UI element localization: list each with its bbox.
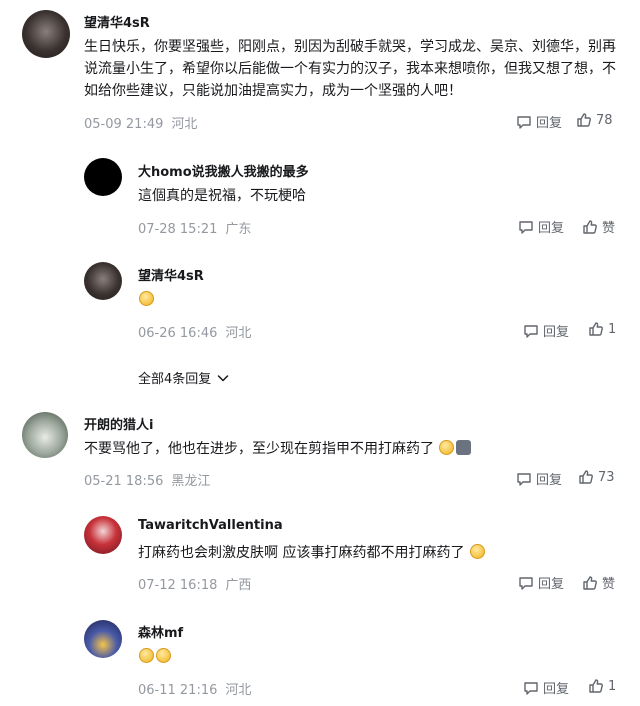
smile-emoji-icon	[439, 440, 455, 455]
reply-label: 回复	[536, 473, 563, 488]
avatar[interactable]	[84, 620, 122, 658]
avatar[interactable]	[22, 10, 70, 58]
reply-label: 回复	[538, 577, 565, 592]
comment-text-body: 不要骂他了，他也在进步，至少现在剪指甲不用打麻药了	[84, 441, 434, 457]
comment-location: 广东	[225, 222, 252, 237]
username[interactable]: 森林mf	[138, 622, 183, 641]
smile-emoji-icon	[139, 291, 154, 306]
thumbs-up-icon	[579, 470, 593, 484]
avatar[interactable]	[84, 262, 122, 300]
username[interactable]: TawaritchVallentina	[138, 518, 283, 533]
reply-icon	[517, 472, 531, 486]
reply-label: 回复	[543, 682, 570, 697]
like-button[interactable]: 赞	[582, 573, 615, 592]
comment-location: 河北	[225, 326, 252, 341]
reply-button[interactable]: 回复	[523, 321, 569, 340]
comment-location: 黑龙江	[171, 474, 211, 489]
like-button[interactable]: 78	[576, 112, 613, 128]
like-count: 赞	[602, 577, 616, 592]
laugh-cry-emoji-icon	[139, 648, 154, 663]
comment-text	[138, 289, 155, 311]
like-count: 1	[608, 678, 617, 694]
reply-label: 回复	[536, 116, 563, 131]
like-button[interactable]: 1	[588, 321, 616, 337]
expand-replies-button[interactable]: 全部4条回复	[138, 368, 231, 387]
reply-button[interactable]: 回复	[518, 573, 564, 592]
laugh-cry-emoji-icon	[156, 648, 171, 663]
thumbs-up-icon	[583, 575, 597, 590]
comment-meta: 07-28 15:21 广东	[138, 218, 251, 237]
comment-text: 不要骂他了，他也在进步，至少现在剪指甲不用打麻药了	[84, 438, 472, 460]
comment-meta: 05-09 21:49 河北	[84, 113, 197, 132]
like-button[interactable]: 1	[588, 678, 616, 694]
comment-date: 07-12 16:18	[138, 578, 218, 593]
avatar[interactable]	[84, 158, 122, 196]
reply-button[interactable]: 回复	[516, 112, 562, 131]
like-button[interactable]: 73	[578, 469, 615, 485]
reply-icon	[517, 115, 531, 129]
comment-location: 广西	[225, 578, 252, 593]
reply-icon	[524, 681, 538, 695]
thumbs-up-icon	[589, 679, 603, 693]
reply-icon	[519, 576, 533, 590]
username[interactable]: 望清华4sR	[138, 265, 204, 284]
username[interactable]: 大homo说我搬人我搬的最多	[138, 161, 309, 180]
expand-replies-label: 全部4条回复	[138, 372, 212, 387]
smile-emoji-icon	[469, 544, 485, 559]
comment-text	[138, 646, 172, 668]
reply-button[interactable]: 回复	[516, 469, 562, 488]
reply-label: 回复	[543, 325, 570, 340]
comment-location: 河北	[225, 683, 252, 698]
comment-meta: 06-26 16:46 河北	[138, 322, 251, 341]
like-count: 73	[598, 469, 615, 485]
avatar[interactable]	[22, 412, 68, 458]
like-count: 赞	[602, 221, 616, 236]
cat-emoji-icon	[456, 440, 472, 455]
like-count: 78	[596, 112, 613, 128]
avatar[interactable]	[84, 516, 122, 554]
username[interactable]: 开朗的猎人i	[84, 414, 153, 433]
comment-date: 06-26 16:46	[138, 326, 218, 341]
comment-text: 打麻药也会刺激皮肤啊 应该事打麻药都不用打麻药了	[138, 542, 486, 564]
comment-meta: 05-21 18:56 黑龙江	[84, 470, 210, 489]
comment-meta: 06-11 21:16 河北	[138, 679, 251, 698]
comment-meta: 07-12 16:18 广西	[138, 574, 251, 593]
comment-date: 07-28 15:21	[138, 222, 218, 237]
thumbs-up-icon	[589, 322, 603, 336]
comment-text: 這個真的是祝福，不玩梗哈	[138, 188, 306, 204]
comment-date: 05-09 21:49	[84, 117, 164, 132]
username[interactable]: 望清华4sR	[84, 12, 150, 31]
comment-date: 05-21 18:56	[84, 474, 164, 489]
like-button[interactable]: 赞	[582, 217, 615, 236]
reply-icon	[524, 324, 538, 338]
comment-date: 06-11 21:16	[138, 683, 218, 698]
thumbs-up-icon	[583, 219, 597, 234]
thumbs-up-icon	[577, 113, 591, 127]
chevron-down-icon	[218, 374, 229, 381]
like-count: 1	[608, 321, 617, 337]
reply-icon	[519, 220, 533, 234]
comment-location: 河北	[171, 117, 198, 132]
reply-button[interactable]: 回复	[518, 217, 564, 236]
reply-label: 回复	[538, 221, 565, 236]
comment-text-body: 打麻药也会刺激皮肤啊 应该事打麻药都不用打麻药了	[138, 545, 465, 561]
reply-button[interactable]: 回复	[523, 678, 569, 697]
comment-text: 生日快乐，你要坚强些，阳刚点，别因为刮破手就哭，学习成龙、吴京、刘德华，别再说流…	[84, 39, 616, 99]
